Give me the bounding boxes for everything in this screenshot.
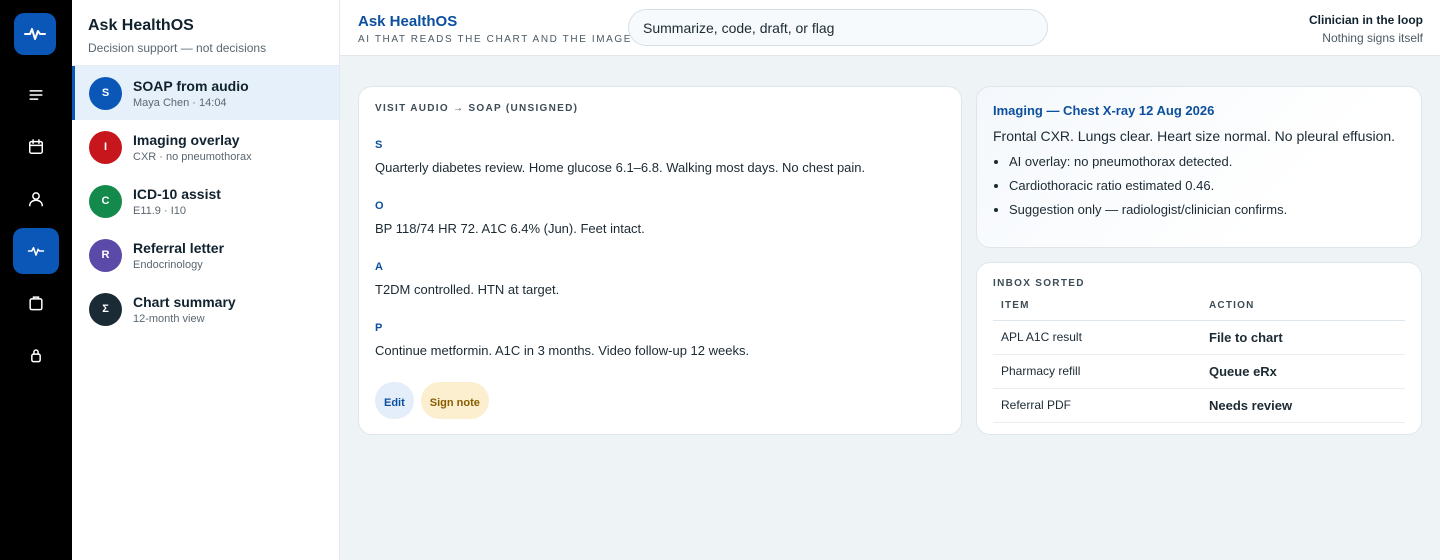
healthos-logo-icon[interactable] — [14, 13, 56, 55]
thread-list-panel: Ask HealthOS Decision support — not deci… — [72, 0, 340, 560]
thread-title: Chart summary — [133, 293, 236, 310]
brand-name: Ask HealthOS — [358, 13, 458, 30]
thread-meta: E11.9 · I10 — [133, 204, 186, 217]
pulse-icon — [27, 246, 45, 256]
soap-card-label: Visit audio → SOAP (unsigned) — [375, 103, 579, 114]
rail-menu-button[interactable] — [13, 72, 59, 118]
table-row[interactable]: Pharmacy refill Queue eRx — [993, 354, 1405, 389]
thread-meta: Endocrinology — [133, 258, 203, 271]
ask-input[interactable] — [628, 9, 1048, 46]
inbox-card: Inbox sorted Item Action APL A1C result … — [976, 262, 1422, 435]
thread-avatar: Σ — [89, 292, 122, 326]
rail-patient-button[interactable] — [13, 176, 59, 222]
clipboard-icon — [29, 296, 43, 311]
thread-list-title: Ask HealthOS — [88, 17, 194, 34]
soap-section-subjective: S Quarterly diabetes review. Home glucos… — [375, 139, 945, 175]
soap-actions: Edit Sign note — [375, 382, 489, 419]
thread-item-referral[interactable]: R Referral letter Endocrinology — [72, 228, 339, 282]
inbox-card-label: Inbox sorted — [993, 278, 1085, 289]
soap-letter: S — [375, 139, 383, 151]
thread-avatar: R — [89, 238, 122, 272]
thread-list-header: Ask HealthOS Decision support — not deci… — [72, 0, 339, 66]
top-bar: Ask HealthOS AI that reads the chart and… — [340, 0, 1440, 56]
soap-text: Quarterly diabetes review. Home glucose … — [375, 160, 866, 175]
inbox-item: APL A1C result — [993, 320, 1201, 355]
imaging-finding: Cardiothoracic ratio estimated 0.46. — [1009, 178, 1405, 193]
person-icon — [29, 192, 43, 207]
soap-letter: P — [375, 322, 383, 334]
inbox-action-link[interactable]: Needs review — [1201, 388, 1405, 423]
imaging-finding: Suggestion only — radiologist/clinician … — [1009, 202, 1405, 217]
edit-button[interactable]: Edit — [375, 382, 414, 419]
imaging-findings: AI overlay: no pneumothorax detected. Ca… — [993, 154, 1405, 217]
clinician-loop-status: Clinician in the loop Nothing signs itse… — [1309, 13, 1423, 45]
thread-avatar: I — [89, 130, 122, 164]
thread-title: ICD-10 assist — [133, 185, 221, 202]
sign-note-button[interactable]: Sign note — [420, 382, 489, 419]
brand-tagline: AI that reads the chart and the image — [358, 34, 633, 45]
rail-vitals-button[interactable] — [13, 228, 59, 274]
thread-avatar: C — [89, 184, 122, 218]
soap-text: Continue metformin. A1C in 3 months. Vid… — [375, 343, 750, 358]
calendar-icon — [29, 139, 43, 154]
soap-section-objective: O BP 118/74 HR 72. A1C 6.4% (Jun). Feet … — [375, 200, 945, 236]
column-header-item: Item — [993, 298, 1201, 321]
rail-orders-button[interactable] — [13, 280, 59, 326]
thread-meta: 12-month view — [133, 312, 205, 325]
inbox-header-row: Item Action — [993, 298, 1405, 321]
inbox-action-link[interactable]: Queue eRx — [1201, 354, 1405, 389]
soap-letter: A — [375, 261, 383, 273]
app-rail — [0, 0, 72, 560]
soap-note-card: Visit audio → SOAP (unsigned) S Quarterl… — [358, 86, 962, 435]
thread-title: SOAP from audio — [133, 77, 249, 94]
imaging-summary: Frontal CXR. Lungs clear. Heart size nor… — [993, 128, 1396, 144]
loop-subtitle: Nothing signs itself — [1322, 31, 1423, 45]
rail-calendar-button[interactable] — [13, 124, 59, 170]
thread-title: Referral letter — [133, 239, 225, 256]
thread-meta: Maya Chen · 14:04 — [133, 96, 227, 109]
inbox-action-link[interactable]: File to chart — [1201, 320, 1405, 355]
soap-section-plan: P Continue metformin. A1C in 3 months. V… — [375, 322, 945, 358]
brand-block: Ask HealthOS AI that reads the chart and… — [358, 13, 632, 45]
rail-security-button[interactable] — [13, 332, 59, 378]
soap-section-assessment: A T2DM controlled. HTN at target. — [375, 261, 945, 297]
thread-avatar: S — [89, 76, 122, 110]
soap-text: T2DM controlled. HTN at target. — [375, 282, 560, 297]
imaging-title: Imaging — Chest X-ray 12 Aug 2026 — [993, 103, 1215, 118]
table-row[interactable]: APL A1C result File to chart — [993, 320, 1405, 355]
menu-icon — [29, 90, 43, 100]
inbox-table: Item Action APL A1C result File to chart… — [993, 298, 1405, 423]
imaging-finding: AI overlay: no pneumothorax detected. — [1009, 154, 1405, 169]
inbox-item: Referral PDF — [993, 388, 1201, 423]
imaging-card: Imaging — Chest X-ray 12 Aug 2026 Fronta… — [976, 86, 1422, 248]
thread-list-subtitle: Decision support — not decisions — [88, 41, 267, 55]
soap-text: BP 118/74 HR 72. A1C 6.4% (Jun). Feet in… — [375, 221, 645, 236]
thread-item-icd10[interactable]: C ICD-10 assist E11.9 · I10 — [72, 174, 339, 228]
column-header-action: Action — [1201, 298, 1405, 321]
thread-item-imaging[interactable]: I Imaging overlay CXR · no pneumothorax — [72, 120, 339, 174]
loop-title: Clinician in the loop — [1309, 13, 1423, 27]
inbox-item: Pharmacy refill — [993, 354, 1201, 389]
table-row[interactable]: Referral PDF Needs review — [993, 388, 1405, 423]
thread-title: Imaging overlay — [133, 131, 240, 148]
thread-meta: CXR · no pneumothorax — [133, 150, 252, 163]
thread-item-chart-summary[interactable]: Σ Chart summary 12-month view — [72, 282, 339, 336]
lock-icon — [31, 349, 41, 363]
soap-letter: O — [375, 200, 384, 212]
thread-item-soap[interactable]: S SOAP from audio Maya Chen · 14:04 — [72, 66, 339, 120]
